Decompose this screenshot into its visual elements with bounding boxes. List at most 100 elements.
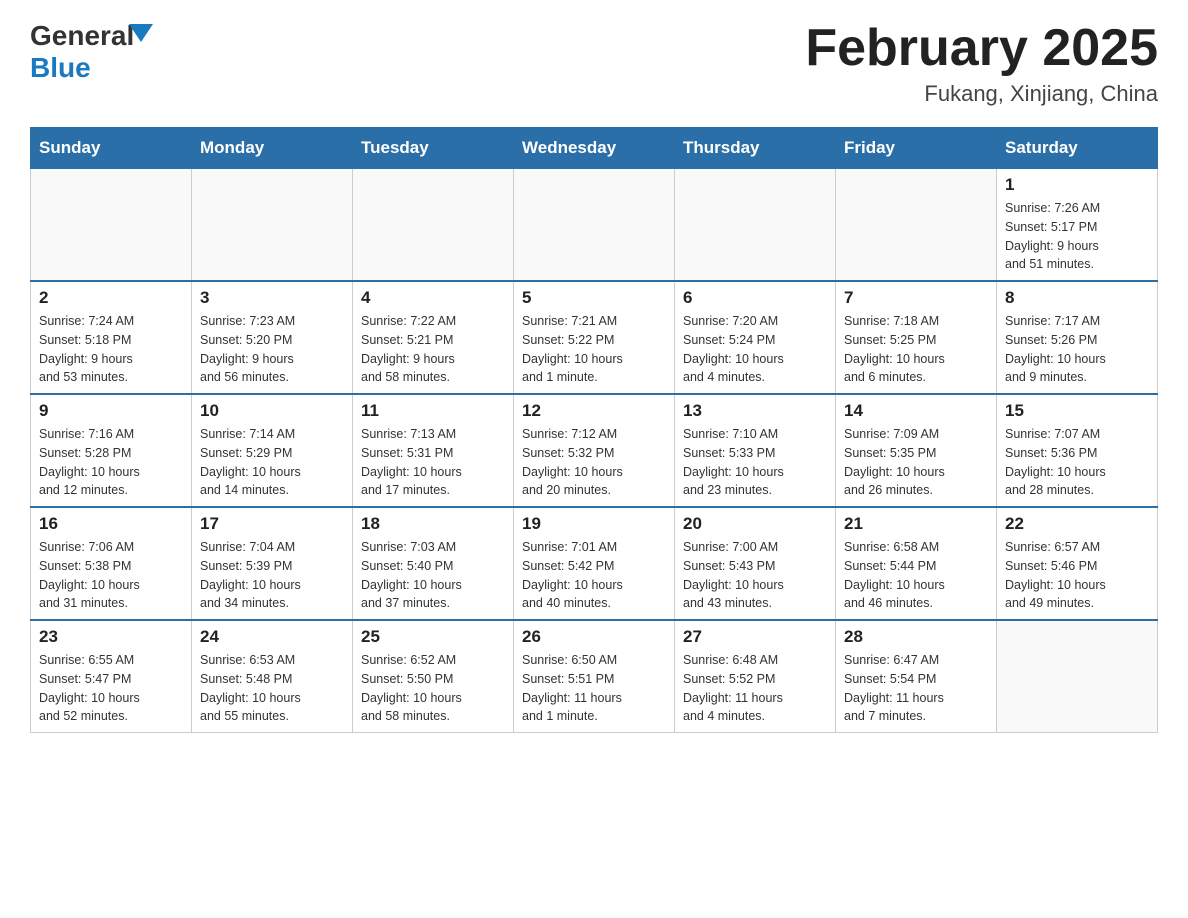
day-number: 11	[361, 401, 505, 421]
calendar-header-row: SundayMondayTuesdayWednesdayThursdayFrid…	[31, 128, 1158, 169]
day-number: 27	[683, 627, 827, 647]
day-number: 7	[844, 288, 988, 308]
day-info: Sunrise: 6:58 AMSunset: 5:44 PMDaylight:…	[844, 538, 988, 613]
logo: General Blue	[30, 20, 153, 84]
calendar-cell	[31, 169, 192, 282]
day-info: Sunrise: 7:06 AMSunset: 5:38 PMDaylight:…	[39, 538, 183, 613]
day-info: Sunrise: 7:24 AMSunset: 5:18 PMDaylight:…	[39, 312, 183, 387]
calendar-week-row: 2Sunrise: 7:24 AMSunset: 5:18 PMDaylight…	[31, 281, 1158, 394]
weekday-header-tuesday: Tuesday	[353, 128, 514, 169]
day-number: 26	[522, 627, 666, 647]
day-info: Sunrise: 7:07 AMSunset: 5:36 PMDaylight:…	[1005, 425, 1149, 500]
day-number: 12	[522, 401, 666, 421]
day-number: 25	[361, 627, 505, 647]
day-number: 4	[361, 288, 505, 308]
day-info: Sunrise: 7:13 AMSunset: 5:31 PMDaylight:…	[361, 425, 505, 500]
calendar-week-row: 9 Sunrise: 7:16 AMSunset: 5:28 PMDaylight…	[31, 394, 1158, 507]
day-number: 1	[1005, 175, 1149, 195]
logo-general-text: General	[30, 20, 134, 52]
calendar-cell: 25 Sunrise: 6:52 AMSunset: 5:50 PMDayligh…	[353, 620, 514, 733]
month-title: February 2025	[805, 20, 1158, 77]
day-number: 17	[200, 514, 344, 534]
day-number: 20	[683, 514, 827, 534]
calendar-cell	[514, 169, 675, 282]
calendar-cell: 17 Sunrise: 7:04 AMSunset: 5:39 PMDayligh…	[192, 507, 353, 620]
day-info: Sunrise: 7:10 AMSunset: 5:33 PMDaylight:…	[683, 425, 827, 500]
day-number: 28	[844, 627, 988, 647]
calendar-cell	[192, 169, 353, 282]
weekday-header-thursday: Thursday	[675, 128, 836, 169]
weekday-header-wednesday: Wednesday	[514, 128, 675, 169]
calendar-week-row: 16 Sunrise: 7:06 AMSunset: 5:38 PMDayligh…	[31, 507, 1158, 620]
day-number: 21	[844, 514, 988, 534]
calendar-week-row: 23 Sunrise: 6:55 AMSunset: 5:47 PMDayligh…	[31, 620, 1158, 733]
calendar-cell	[675, 169, 836, 282]
logo-arrow-icon	[129, 24, 153, 42]
day-info: Sunrise: 7:22 AMSunset: 5:21 PMDaylight:…	[361, 312, 505, 387]
day-number: 14	[844, 401, 988, 421]
day-info: Sunrise: 7:09 AMSunset: 5:35 PMDaylight:…	[844, 425, 988, 500]
weekday-header-sunday: Sunday	[31, 128, 192, 169]
day-info: Sunrise: 7:23 AMSunset: 5:20 PMDaylight:…	[200, 312, 344, 387]
day-info: Sunrise: 6:47 AMSunset: 5:54 PMDaylight:…	[844, 651, 988, 726]
calendar-cell: 7 Sunrise: 7:18 AMSunset: 5:25 PMDaylight…	[836, 281, 997, 394]
page-header: General Blue February 2025 Fukang, Xinji…	[30, 20, 1158, 107]
day-info: Sunrise: 7:04 AMSunset: 5:39 PMDaylight:…	[200, 538, 344, 613]
calendar-cell: 10Sunrise: 7:14 AMSunset: 5:29 PMDayligh…	[192, 394, 353, 507]
calendar-cell: 4 Sunrise: 7:22 AMSunset: 5:21 PMDaylight…	[353, 281, 514, 394]
header-right: February 2025 Fukang, Xinjiang, China	[805, 20, 1158, 107]
day-info: Sunrise: 7:18 AMSunset: 5:25 PMDaylight:…	[844, 312, 988, 387]
day-number: 16	[39, 514, 183, 534]
day-number: 19	[522, 514, 666, 534]
calendar-cell: 15 Sunrise: 7:07 AMSunset: 5:36 PMDayligh…	[997, 394, 1158, 507]
day-number: 18	[361, 514, 505, 534]
day-number: 22	[1005, 514, 1149, 534]
calendar-cell: 26Sunrise: 6:50 AMSunset: 5:51 PMDayligh…	[514, 620, 675, 733]
calendar-cell: 27Sunrise: 6:48 AMSunset: 5:52 PMDayligh…	[675, 620, 836, 733]
calendar-cell: 12 Sunrise: 7:12 AMSunset: 5:32 PMDayligh…	[514, 394, 675, 507]
day-info: Sunrise: 6:55 AMSunset: 5:47 PMDaylight:…	[39, 651, 183, 726]
day-info: Sunrise: 7:17 AMSunset: 5:26 PMDaylight:…	[1005, 312, 1149, 387]
calendar-cell: 20 Sunrise: 7:00 AMSunset: 5:43 PMDayligh…	[675, 507, 836, 620]
calendar-cell: 16 Sunrise: 7:06 AMSunset: 5:38 PMDayligh…	[31, 507, 192, 620]
calendar-cell: 8 Sunrise: 7:17 AMSunset: 5:26 PMDaylight…	[997, 281, 1158, 394]
calendar-cell: 18 Sunrise: 7:03 AMSunset: 5:40 PMDayligh…	[353, 507, 514, 620]
day-info: Sunrise: 6:53 AMSunset: 5:48 PMDaylight:…	[200, 651, 344, 726]
calendar-cell: 2Sunrise: 7:24 AMSunset: 5:18 PMDaylight…	[31, 281, 192, 394]
calendar-cell: 22 Sunrise: 6:57 AMSunset: 5:46 PMDayligh…	[997, 507, 1158, 620]
calendar-cell: 19 Sunrise: 7:01 AMSunset: 5:42 PMDayligh…	[514, 507, 675, 620]
day-info: Sunrise: 7:12 AMSunset: 5:32 PMDaylight:…	[522, 425, 666, 500]
calendar-week-row: 1 Sunrise: 7:26 AMSunset: 5:17 PMDaylight…	[31, 169, 1158, 282]
day-info: Sunrise: 7:01 AMSunset: 5:42 PMDaylight:…	[522, 538, 666, 613]
calendar-cell: 1 Sunrise: 7:26 AMSunset: 5:17 PMDaylight…	[997, 169, 1158, 282]
day-number: 3	[200, 288, 344, 308]
weekday-header-monday: Monday	[192, 128, 353, 169]
day-info: Sunrise: 7:26 AMSunset: 5:17 PMDaylight:…	[1005, 199, 1149, 274]
calendar-cell: 5Sunrise: 7:21 AMSunset: 5:22 PMDaylight…	[514, 281, 675, 394]
day-number: 13	[683, 401, 827, 421]
day-number: 15	[1005, 401, 1149, 421]
day-number: 9	[39, 401, 183, 421]
calendar-cell: 6Sunrise: 7:20 AMSunset: 5:24 PMDaylight…	[675, 281, 836, 394]
calendar-cell: 14 Sunrise: 7:09 AMSunset: 5:35 PMDayligh…	[836, 394, 997, 507]
calendar-cell: 21 Sunrise: 6:58 AMSunset: 5:44 PMDayligh…	[836, 507, 997, 620]
location-text: Fukang, Xinjiang, China	[805, 81, 1158, 107]
calendar-cell	[353, 169, 514, 282]
logo-blue-text: Blue	[30, 52, 153, 84]
day-info: Sunrise: 7:16 AMSunset: 5:28 PMDaylight:…	[39, 425, 183, 500]
day-number: 8	[1005, 288, 1149, 308]
calendar-cell: 28 Sunrise: 6:47 AMSunset: 5:54 PMDayligh…	[836, 620, 997, 733]
day-number: 5	[522, 288, 666, 308]
day-number: 6	[683, 288, 827, 308]
day-number: 10	[200, 401, 344, 421]
calendar-cell: 13 Sunrise: 7:10 AMSunset: 5:33 PMDayligh…	[675, 394, 836, 507]
day-number: 23	[39, 627, 183, 647]
calendar-table: SundayMondayTuesdayWednesdayThursdayFrid…	[30, 127, 1158, 733]
day-info: Sunrise: 7:03 AMSunset: 5:40 PMDaylight:…	[361, 538, 505, 613]
calendar-cell	[997, 620, 1158, 733]
day-info: Sunrise: 7:00 AMSunset: 5:43 PMDaylight:…	[683, 538, 827, 613]
calendar-cell	[836, 169, 997, 282]
weekday-header-friday: Friday	[836, 128, 997, 169]
day-info: Sunrise: 6:52 AMSunset: 5:50 PMDaylight:…	[361, 651, 505, 726]
day-info: Sunrise: 6:57 AMSunset: 5:46 PMDaylight:…	[1005, 538, 1149, 613]
